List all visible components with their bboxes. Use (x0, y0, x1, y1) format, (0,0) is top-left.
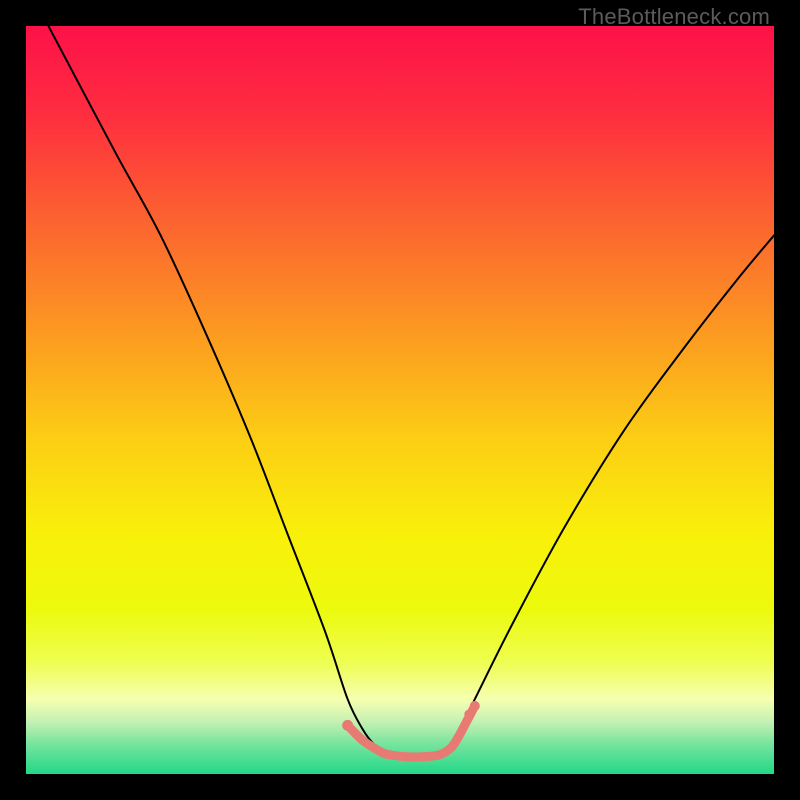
chart-plot (26, 26, 774, 774)
marker-dot-left (342, 720, 353, 731)
marker-dot-right (470, 701, 480, 711)
chart-background (26, 26, 774, 774)
marker-dot-extra (464, 710, 473, 719)
chart-frame: TheBottleneck.com (0, 0, 800, 800)
